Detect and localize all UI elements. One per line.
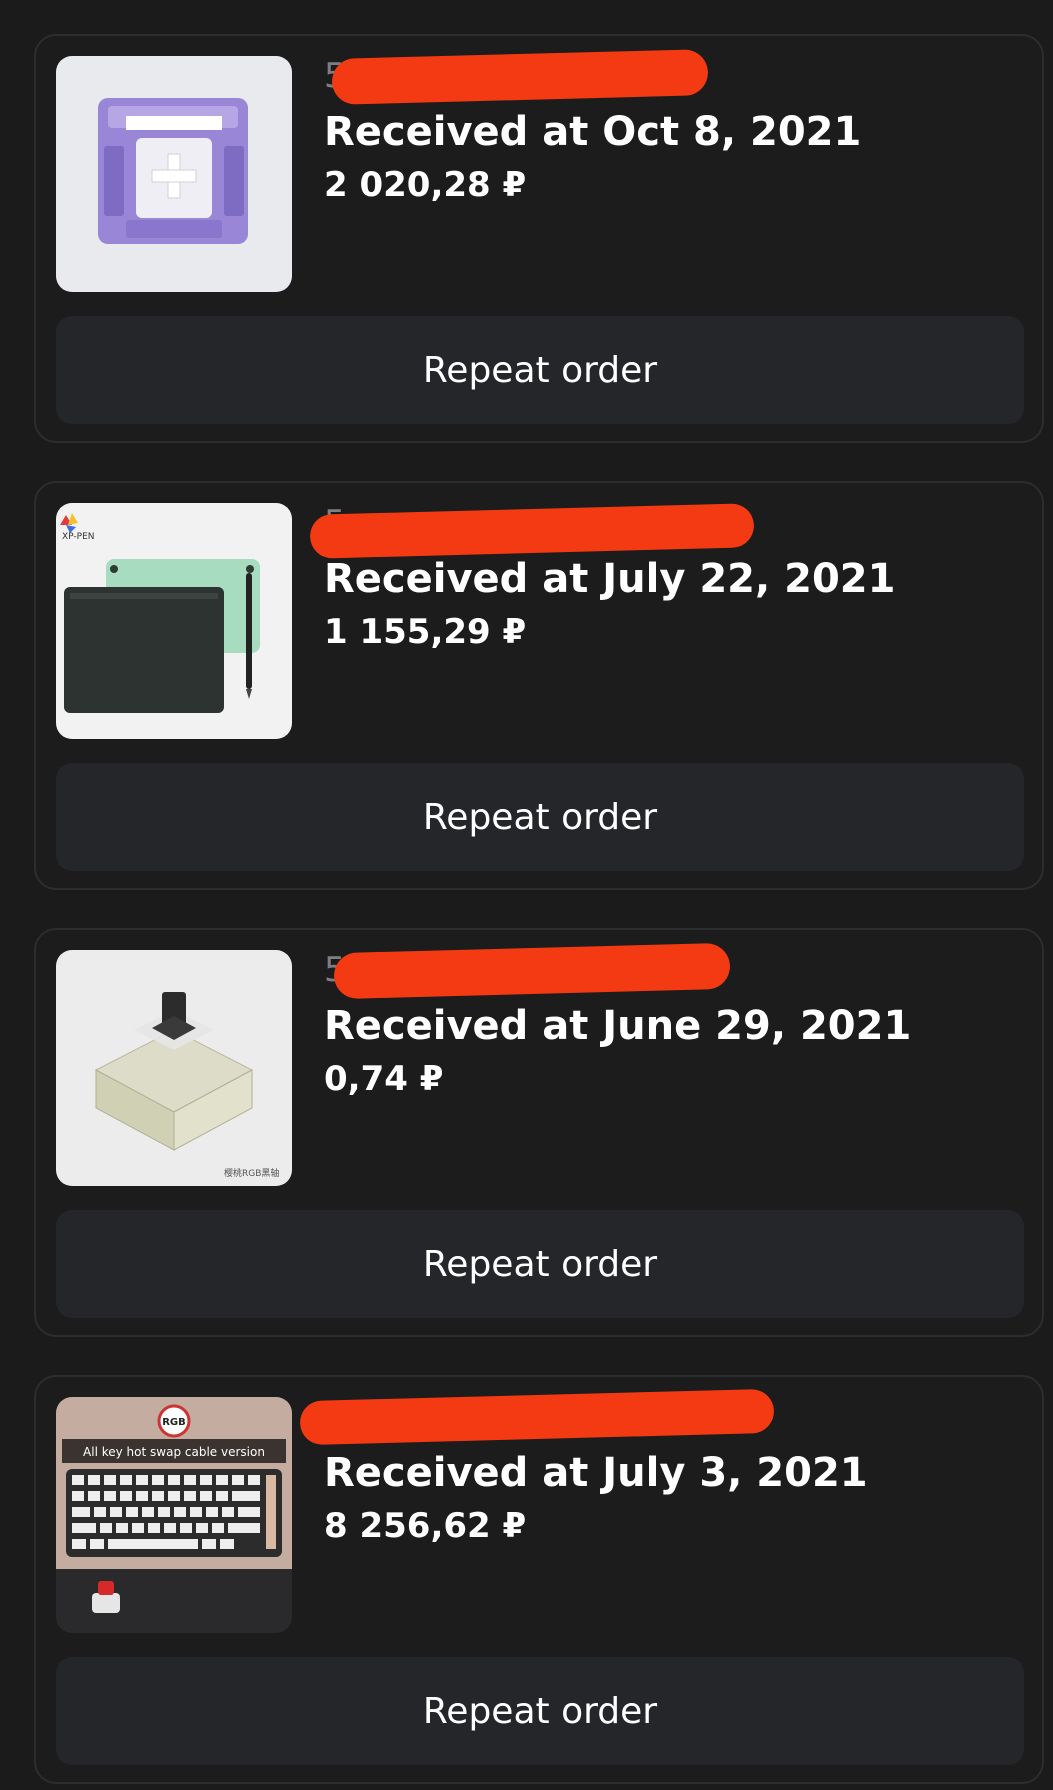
black-switch-image: 樱桃RGB黑轴: [56, 950, 292, 1186]
switch-caption: 樱桃RGB黑轴: [224, 1167, 279, 1179]
redaction-mark: [331, 49, 709, 105]
drawing-tablet-image: XP-PEN: [56, 503, 292, 739]
order-card: 樱桃RGB黑轴 5 Received at June 29, 2021 0,74…: [34, 928, 1044, 1337]
repeat-order-button[interactable]: Repeat order: [56, 763, 1024, 871]
order-info: 5 Received at Oct 8, 2021 2 020,28 ₽: [324, 49, 1022, 206]
order-number: 5: [309, 503, 1022, 559]
order-card: RGB All key hot swap cable version 5: [34, 1375, 1044, 1784]
order-card: 5 Received at Oct 8, 2021 2 020,28 ₽ Rep…: [34, 34, 1044, 443]
repeat-order-button[interactable]: Repeat order: [56, 1657, 1024, 1765]
received-date: Received at June 29, 2021: [324, 1003, 912, 1049]
order-price: 0,74 ₽: [324, 1059, 444, 1099]
order-card: XP-PEN 5 Received at July 22, 2021 1 155…: [34, 481, 1044, 890]
order-price: 8 256,62 ₽: [324, 1506, 527, 1546]
keyboard-caption: All key hot swap cable version: [83, 1445, 265, 1459]
product-image-drawing-tablet[interactable]: XP-PEN: [56, 503, 292, 739]
rgb-badge: RGB: [162, 1417, 186, 1428]
order-price: 1 155,29 ₽: [324, 612, 527, 652]
product-image-purple-switch[interactable]: [56, 56, 292, 292]
received-date: Received at Oct 8, 2021: [324, 109, 862, 155]
product-image-black-switch[interactable]: 樱桃RGB黑轴: [56, 950, 292, 1186]
order-number: 5: [324, 942, 1022, 1000]
product-image-mechanical-keyboard[interactable]: RGB All key hot swap cable version: [56, 1397, 292, 1633]
redaction-mark: [299, 1388, 775, 1446]
order-number: 5: [299, 1388, 1022, 1446]
order-number: 5: [324, 49, 1022, 105]
order-info: 5 Received at June 29, 2021 0,74 ₽: [324, 942, 1022, 1100]
order-info: 5 Received at July 22, 2021 1 155,29 ₽: [309, 503, 1022, 653]
brand-label: XP-PEN: [62, 532, 95, 542]
order-info: 5 Received at July 3, 2021 8 256,62 ₽: [299, 1388, 1022, 1547]
redaction-mark: [309, 503, 755, 559]
repeat-order-button[interactable]: Repeat order: [56, 316, 1024, 424]
redaction-mark: [333, 942, 731, 1000]
keyboard-image: RGB All key hot swap cable version: [56, 1397, 292, 1633]
received-date: Received at July 22, 2021: [324, 556, 896, 602]
repeat-order-button[interactable]: Repeat order: [56, 1210, 1024, 1318]
order-price: 2 020,28 ₽: [324, 165, 527, 205]
received-date: Received at July 3, 2021: [324, 1450, 868, 1496]
purple-switch-image: [56, 56, 292, 292]
